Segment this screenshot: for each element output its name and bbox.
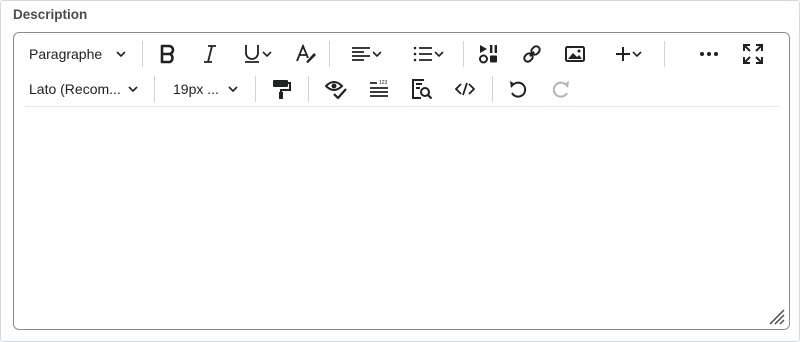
- resize-handle[interactable]: [769, 309, 785, 325]
- fullscreen-button[interactable]: [742, 39, 764, 69]
- toolbar-separator: [154, 76, 155, 102]
- undo-button[interactable]: [507, 74, 529, 104]
- media-icon: [479, 44, 499, 64]
- chevron-down-icon: [631, 48, 643, 60]
- find-replace-button[interactable]: [411, 74, 433, 104]
- resize-grip-icon: [769, 309, 785, 325]
- word-count-icon: 123: [369, 79, 389, 99]
- toolbar-separator: [255, 76, 256, 102]
- bold-icon: [159, 44, 177, 64]
- list-button[interactable]: [409, 39, 449, 69]
- toolbar-row-2: Lato (Recom... 19px ... 123: [14, 72, 572, 106]
- bulleted-list-icon: [413, 45, 433, 63]
- chevron-down-icon: [115, 48, 127, 60]
- image-icon: [565, 45, 585, 63]
- rich-text-editor[interactable]: Paragraphe Lato (Recom... 19px ... 123: [13, 32, 790, 330]
- font-family-value: Lato (Recom...: [29, 81, 121, 97]
- toolbar-separator: [463, 41, 464, 67]
- italic-icon: [202, 44, 218, 64]
- source-code-button[interactable]: [454, 74, 476, 104]
- toolbar-separator: [664, 41, 665, 67]
- eye-check-icon: [325, 79, 347, 99]
- bold-button[interactable]: [157, 39, 179, 69]
- find-document-icon: [412, 79, 432, 99]
- insert-media-button[interactable]: [478, 39, 500, 69]
- underline-button[interactable]: [239, 39, 277, 69]
- toolbar-separator: [142, 41, 143, 67]
- link-icon: [522, 44, 542, 64]
- font-family-dropdown[interactable]: Lato (Recom...: [29, 81, 139, 97]
- format-block-value: Paragraphe: [29, 46, 103, 62]
- chevron-down-icon: [371, 48, 383, 60]
- insert-link-button[interactable]: [521, 39, 543, 69]
- chevron-down-icon: [261, 48, 273, 60]
- accessibility-checker-button[interactable]: [325, 74, 347, 104]
- align-left-icon: [351, 45, 371, 63]
- insert-more-button[interactable]: [610, 39, 648, 69]
- format-painter-button[interactable]: [270, 74, 292, 104]
- toolbar-separator: [492, 76, 493, 102]
- underline-icon: [243, 44, 261, 64]
- insert-image-button[interactable]: [564, 39, 586, 69]
- redo-icon: [551, 79, 571, 99]
- word-count-button[interactable]: 123: [368, 74, 390, 104]
- toolbar-row-1: Paragraphe: [14, 37, 764, 71]
- plus-icon: [615, 46, 631, 62]
- fullscreen-icon: [743, 44, 763, 64]
- text-style-button[interactable]: [295, 39, 317, 69]
- format-block-dropdown[interactable]: Paragraphe: [29, 46, 127, 62]
- paint-roller-icon: [271, 79, 291, 99]
- svg-text:123: 123: [379, 80, 388, 86]
- undo-icon: [508, 79, 528, 99]
- redo-button[interactable]: [550, 74, 572, 104]
- chevron-down-icon: [433, 48, 445, 60]
- chevron-down-icon: [127, 83, 139, 95]
- font-size-dropdown[interactable]: 19px ...: [173, 81, 239, 97]
- field-label: Description: [13, 7, 88, 22]
- italic-button[interactable]: [201, 39, 219, 69]
- toolbar-separator: [308, 76, 309, 102]
- chevron-down-icon: [227, 83, 239, 95]
- font-size-value: 19px ...: [173, 81, 219, 97]
- align-button[interactable]: [347, 39, 387, 69]
- code-icon: [455, 82, 475, 96]
- ellipsis-icon: [699, 51, 719, 57]
- more-options-button[interactable]: [698, 39, 720, 69]
- editor-content-area[interactable]: [14, 107, 789, 329]
- text-color-icon: [295, 44, 317, 64]
- toolbar-separator: [329, 41, 330, 67]
